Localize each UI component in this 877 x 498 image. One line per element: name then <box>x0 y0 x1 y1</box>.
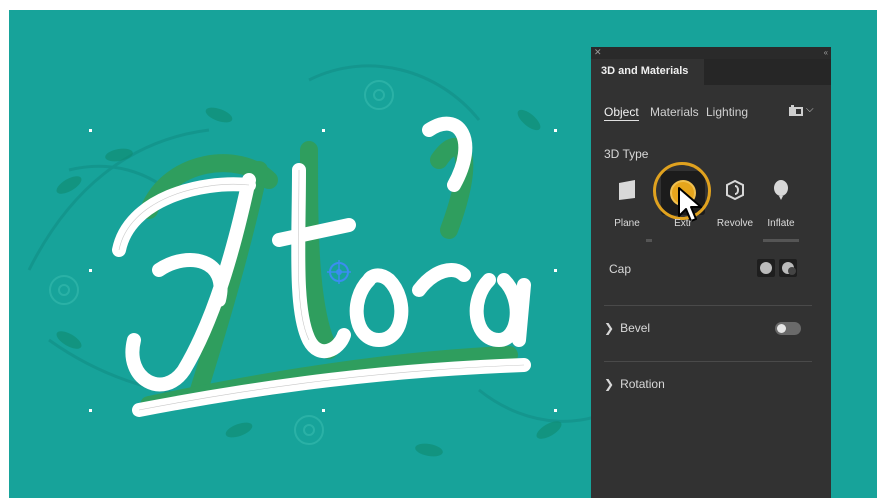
section-3d-type: 3D Type <box>604 147 649 161</box>
rotation-label: Rotation <box>620 377 665 391</box>
tab-3d-and-materials[interactable]: 3D and Materials <box>591 59 704 85</box>
panel-tabbar: 3D and Materials <box>591 59 831 85</box>
type-extrude-label: Extr <box>674 218 692 229</box>
chevron-right-icon: ❯ <box>604 377 615 391</box>
toggle-knob <box>777 324 786 333</box>
cap-off-button[interactable] <box>779 259 797 277</box>
chevron-right-icon: ❯ <box>604 321 615 335</box>
divider <box>604 361 812 362</box>
type-inflate-label: Inflate <box>767 218 795 229</box>
rotation-section[interactable]: ❯ Rotation <box>604 377 665 391</box>
type-revolve-label: Revolve <box>716 218 754 229</box>
cap-label: Cap <box>609 262 632 276</box>
panel-title: 3D and Materials <box>601 65 689 77</box>
subtab-object[interactable]: Object <box>604 105 639 121</box>
bevel-label: Bevel <box>620 321 651 335</box>
type-plane-button[interactable]: Plane <box>605 172 649 232</box>
revolve-icon <box>726 179 744 201</box>
type-inflate-button[interactable]: Inflate <box>759 172 803 232</box>
subtab-materials[interactable]: Materials <box>650 105 699 119</box>
scroll-marker <box>646 239 652 242</box>
presets-icon[interactable] <box>788 105 804 117</box>
3d-materials-panel: ✕ ‹‹ 3D and Materials Object Materials L… <box>591 47 831 498</box>
cap-on-icon <box>760 262 772 274</box>
close-icon[interactable]: ✕ <box>594 47 602 58</box>
type-plane-label: Plane <box>614 218 640 229</box>
chevron-down-icon[interactable]: ⌵ <box>806 104 814 115</box>
center-point-icon <box>327 260 351 284</box>
divider <box>604 305 812 306</box>
cap-on-button[interactable] <box>757 259 775 277</box>
panel-topbar: ✕ ‹‹ <box>591 47 831 59</box>
plane-icon <box>619 180 635 200</box>
cap-off-icon <box>782 262 796 275</box>
bevel-section[interactable]: ❯ Bevel <box>604 321 650 335</box>
bevel-toggle[interactable] <box>775 322 801 335</box>
collapse-double-chevron-icon[interactable]: ‹‹ <box>824 47 828 58</box>
subtab-lighting[interactable]: Lighting <box>706 105 748 119</box>
inflate-icon <box>774 180 788 200</box>
type-revolve-button[interactable]: Revolve <box>713 172 757 232</box>
scroll-marker-right <box>763 239 799 242</box>
